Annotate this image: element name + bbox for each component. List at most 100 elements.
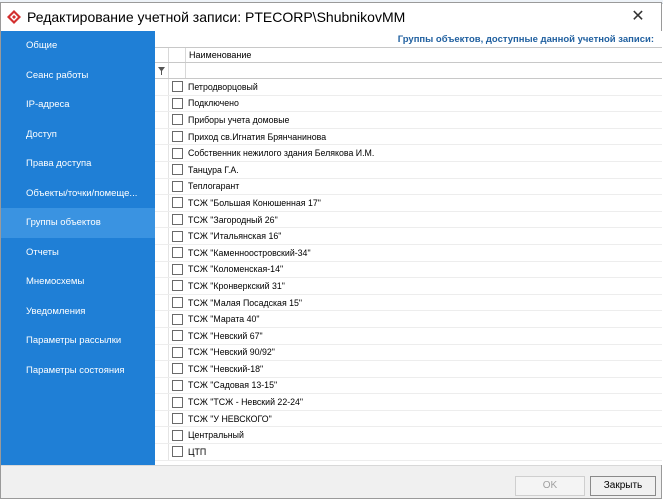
sidebar-item[interactable]: Группы объектов: [1, 208, 155, 238]
table-row[interactable]: Подключено: [155, 95, 662, 113]
row-checkbox[interactable]: [172, 330, 183, 342]
row-checkbox[interactable]: [172, 396, 183, 408]
table-row[interactable]: ТСЖ "Невский 67": [155, 327, 662, 345]
row-name: ТСЖ "Кронверкский 31": [188, 280, 285, 291]
sidebar-item[interactable]: Доступ: [1, 120, 155, 150]
column-header-name[interactable]: Наименование: [186, 48, 662, 62]
table-row[interactable]: ТСЖ "ТСЖ - Невский 22-24": [155, 394, 662, 411]
row-checkbox[interactable]: [172, 280, 183, 292]
row-indicator[interactable]: [155, 145, 169, 161]
row-indicator[interactable]: [155, 444, 169, 460]
table-row[interactable]: ТСЖ "Кронверкский 31": [155, 278, 662, 295]
table-row[interactable]: ТСЖ "Невский 90/92": [155, 344, 662, 362]
row-checkbox[interactable]: [172, 114, 183, 126]
table-row[interactable]: Собственник нежилого здания Белякова И.М…: [155, 145, 662, 162]
app-logo-icon: [7, 10, 21, 24]
table-row[interactable]: Приход св.Игнатия Брянчанинова: [155, 128, 662, 146]
table-row[interactable]: ТСЖ "У НЕВСКОГО": [155, 410, 662, 428]
filter-pin-icon[interactable]: [155, 63, 169, 78]
row-checkbox[interactable]: [172, 446, 183, 458]
row-checkbox[interactable]: [172, 363, 183, 375]
row-name: ТСЖ "Коломенская-14": [188, 264, 284, 275]
row-checkbox[interactable]: [172, 214, 183, 226]
sidebar-item[interactable]: Уведомления: [1, 297, 155, 327]
sidebar-item[interactable]: Общие: [1, 31, 155, 61]
close-window-icon[interactable]: ✕: [629, 8, 647, 26]
filter-row[interactable]: [155, 63, 662, 79]
filter-name-cell[interactable]: [186, 63, 662, 78]
row-name: Приход св.Игнатия Брянчанинова: [188, 131, 327, 142]
table-row[interactable]: ТСЖ "Малая Посадская 15": [155, 294, 662, 312]
row-checkbox[interactable]: [172, 131, 183, 143]
sidebar-item[interactable]: Сеанс работы: [1, 61, 155, 91]
row-checkbox[interactable]: [172, 346, 183, 358]
caption-row: Группы объектов, доступные данной учетно…: [155, 31, 662, 47]
row-checkbox[interactable]: [172, 297, 183, 309]
row-indicator[interactable]: [155, 195, 169, 211]
table-row[interactable]: ТСЖ "Марата 40": [155, 311, 662, 328]
row-indicator[interactable]: [155, 261, 169, 278]
row-indicator[interactable]: [155, 278, 169, 294]
table-row[interactable]: Приборы учета домовые: [155, 112, 662, 129]
row-indicator[interactable]: [155, 294, 169, 311]
row-name: ЦТП: [188, 446, 207, 457]
sidebar-item[interactable]: Отчеты: [1, 238, 155, 268]
table-row[interactable]: Танцура Г.А.: [155, 161, 662, 179]
row-indicator[interactable]: [155, 244, 169, 261]
row-indicator[interactable]: [155, 128, 169, 145]
row-checkbox[interactable]: [172, 180, 183, 192]
table-row[interactable]: Центральный: [155, 427, 662, 445]
table-row[interactable]: ТСЖ "Итальянская 16": [155, 228, 662, 245]
table-row[interactable]: ЦТП: [155, 444, 662, 461]
row-indicator[interactable]: [155, 228, 169, 244]
row-indicator[interactable]: [155, 410, 169, 427]
row-checkbox[interactable]: [172, 164, 183, 176]
row-checkbox[interactable]: [172, 379, 183, 391]
row-name: Приборы учета домовые: [188, 114, 290, 125]
row-name: ТСЖ "У НЕВСКОГО": [188, 413, 272, 424]
row-checkbox[interactable]: [172, 197, 183, 209]
table-row[interactable]: ТСЖ "Каменноостровский-34": [155, 244, 662, 262]
table-row[interactable]: ТСЖ "Садовая 13-15": [155, 377, 662, 395]
table-row[interactable]: ТСЖ "Загородный 26": [155, 211, 662, 229]
table-row[interactable]: Петродворцовый: [155, 79, 662, 96]
row-indicator[interactable]: [155, 361, 169, 377]
row-checkbox[interactable]: [172, 247, 183, 259]
row-indicator[interactable]: [155, 344, 169, 361]
row-checkbox[interactable]: [172, 263, 183, 275]
sidebar-item[interactable]: Параметры рассылки: [1, 326, 155, 356]
row-checkbox[interactable]: [172, 313, 183, 325]
close-button[interactable]: Закрыть: [590, 476, 656, 496]
row-indicator[interactable]: [155, 95, 169, 112]
row-checkbox[interactable]: [172, 429, 183, 441]
filter-checkbox-cell[interactable]: [169, 63, 186, 78]
checkbox-column-header[interactable]: [169, 48, 186, 62]
row-checkbox[interactable]: [172, 147, 183, 159]
row-checkbox[interactable]: [172, 413, 183, 425]
row-indicator[interactable]: [155, 79, 169, 95]
row-indicator[interactable]: [155, 311, 169, 327]
row-checkbox[interactable]: [172, 97, 183, 109]
row-indicator[interactable]: [155, 327, 169, 344]
row-checkbox[interactable]: [172, 230, 183, 242]
row-indicator[interactable]: [155, 211, 169, 228]
table-row[interactable]: ТСЖ "Невский-18": [155, 361, 662, 378]
sidebar-item[interactable]: IP-адреса: [1, 90, 155, 120]
row-checkbox[interactable]: [172, 81, 183, 93]
checkbox-cell: [169, 411, 186, 427]
sidebar-item[interactable]: Права доступа: [1, 149, 155, 179]
sidebar-item[interactable]: Мнемосхемы: [1, 267, 155, 297]
sidebar-item[interactable]: Объекты/точки/помеще...: [1, 179, 155, 209]
table-row[interactable]: ТСЖ "Коломенская-14": [155, 261, 662, 279]
table-row[interactable]: ТСЖ "Большая Конюшенная 17": [155, 195, 662, 212]
row-indicator[interactable]: [155, 394, 169, 410]
checkbox-cell: [169, 179, 186, 195]
row-indicator[interactable]: [155, 427, 169, 444]
row-indicator[interactable]: [155, 377, 169, 394]
table-row[interactable]: Теплогарант: [155, 178, 662, 196]
row-indicator[interactable]: [155, 161, 169, 178]
sidebar-item[interactable]: Параметры состояния: [1, 356, 155, 386]
ok-button[interactable]: OK: [515, 476, 585, 496]
row-indicator[interactable]: [155, 112, 169, 128]
row-indicator[interactable]: [155, 178, 169, 195]
